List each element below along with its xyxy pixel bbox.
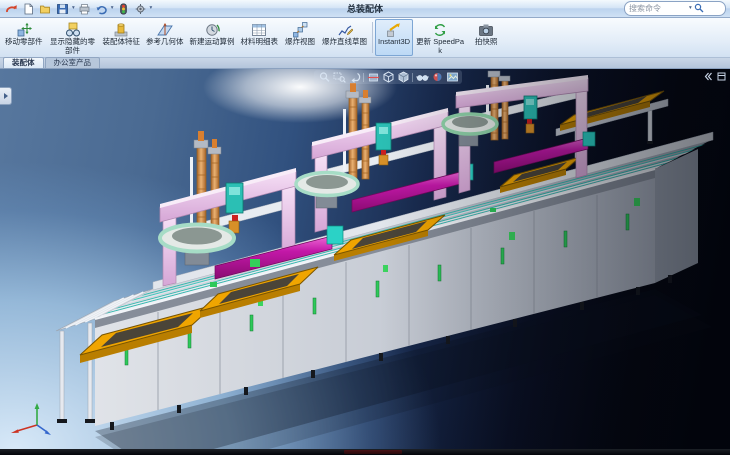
explode-line-sketch-icon [337, 21, 353, 38]
ribbon-button-label: 装配体特征 [103, 38, 141, 47]
featuremanager-flyout-tab[interactable] [0, 87, 12, 105]
ribbon-button-assembly-features[interactable]: 装配体特征 [100, 19, 144, 56]
ribbon-button-new-motion-study[interactable]: 新建运动算例 [187, 19, 238, 56]
print-icon[interactable] [77, 2, 92, 15]
ribbon-button-label: 参考几何体 [146, 38, 184, 47]
solidworks-window: ▾ ▾ ▾ 总装配体 ▾ 移动零部件 显示隐藏的零部件 装配体特征 [0, 0, 730, 455]
search-input[interactable] [629, 3, 687, 14]
station2-bowl-feeder [296, 173, 358, 209]
new-document-icon[interactable] [21, 2, 36, 15]
ribbon-button-label: 更新 SpeedPak [416, 38, 464, 55]
ribbon-button-label: 移动零部件 [5, 38, 43, 47]
heads-up-view-toolbar [314, 70, 462, 84]
solidworks-logo-icon[interactable] [4, 2, 19, 15]
display-style-icon[interactable] [396, 71, 410, 83]
reference-geometry-icon [157, 21, 173, 38]
command-search[interactable]: ▾ [624, 1, 726, 16]
command-manager-tabs: 装配体 办公室产品 [0, 58, 730, 69]
ribbon-button-take-snapshot[interactable]: 拍快照 [467, 19, 505, 56]
ribbon-button-label: 爆炸视图 [285, 38, 315, 47]
view-orientation-icon[interactable] [381, 71, 395, 83]
previous-view-icon[interactable] [347, 71, 361, 83]
command-manager-ribbon: 移动零部件 显示隐藏的零部件 装配体特征 参考几何体 新建运动算例 材料明细表 … [0, 18, 730, 58]
ribbon-button-label: 拍快照 [475, 38, 498, 47]
instant3d-icon [386, 21, 402, 38]
viewport-corner-controls [702, 71, 727, 82]
ribbon-button-reference-geometry[interactable]: 参考几何体 [143, 19, 187, 56]
taskbar-item [344, 450, 402, 454]
edit-appearance-icon[interactable] [430, 71, 444, 83]
reference-triad [5, 399, 53, 441]
station1-sensor-block [250, 259, 260, 267]
hide-show-items-icon[interactable] [415, 71, 429, 83]
zoom-area-icon[interactable] [332, 71, 346, 83]
ribbon-button-exploded-view[interactable]: 爆炸视图 [281, 19, 319, 56]
ribbon-button-label: 显示隐藏的零部件 [49, 38, 97, 55]
title-bar: ▾ ▾ ▾ 总装配体 ▾ [0, 0, 730, 18]
scene-shading [380, 69, 730, 449]
graphics-viewport[interactable] [0, 69, 730, 449]
hud-separator [363, 73, 364, 82]
undo-icon[interactable] [94, 2, 109, 15]
bill-of-materials-icon [251, 21, 267, 38]
ribbon-separator [372, 22, 373, 53]
exploded-view-icon [292, 21, 308, 38]
update-speedpak-icon [432, 21, 448, 38]
apply-scene-icon[interactable] [445, 71, 459, 83]
dropdown-arrow-icon[interactable]: ▾ [111, 2, 114, 15]
dropdown-arrow-icon[interactable]: ▾ [150, 2, 153, 15]
new-motion-study-icon [204, 21, 220, 38]
zoom-fit-icon[interactable] [317, 71, 331, 83]
ribbon-button-move-component[interactable]: 移动零部件 [2, 19, 46, 56]
chevron-down-icon[interactable]: ▾ [689, 2, 692, 15]
collapse-pane-icon[interactable] [702, 71, 713, 82]
take-snapshot-icon [478, 21, 494, 38]
chevron-right-icon [3, 92, 9, 100]
ribbon-button-bill-of-materials[interactable]: 材料明细表 [238, 19, 282, 56]
ribbon-button-show-hidden-components[interactable]: 显示隐藏的零部件 [46, 19, 100, 56]
show-hidden-components-icon [65, 21, 81, 38]
tab-office-products[interactable]: 办公室产品 [45, 57, 101, 68]
rebuild-icon[interactable] [116, 2, 131, 15]
tab-assembly[interactable]: 装配体 [3, 57, 44, 68]
taskbar-strip [0, 449, 730, 455]
ribbon-button-update-speedpak[interactable]: 更新 SpeedPak [413, 19, 467, 56]
move-component-icon [16, 21, 32, 38]
hud-separator [412, 73, 413, 82]
ribbon-button-label: 材料明细表 [241, 38, 279, 47]
section-view-icon[interactable] [366, 71, 380, 83]
quick-access-toolbar: ▾ ▾ ▾ [4, 2, 152, 15]
ribbon-button-label: 爆炸直线草图 [322, 38, 367, 47]
save-icon[interactable] [55, 2, 70, 15]
options-gear-icon[interactable] [133, 2, 148, 15]
dropdown-arrow-icon[interactable]: ▾ [72, 2, 75, 15]
ribbon-button-instant3d[interactable]: Instant3D [375, 19, 413, 56]
assembly-features-icon [113, 21, 129, 38]
ribbon-button-explode-line-sketch[interactable]: 爆炸直线草图 [319, 19, 370, 56]
ribbon-button-label: 新建运动算例 [190, 38, 235, 47]
pane-options-icon[interactable] [716, 71, 727, 82]
open-icon[interactable] [38, 2, 53, 15]
search-icon[interactable] [694, 0, 704, 18]
assembly-3d-model[interactable] [0, 69, 730, 449]
ribbon-button-label: Instant3D [378, 38, 410, 47]
